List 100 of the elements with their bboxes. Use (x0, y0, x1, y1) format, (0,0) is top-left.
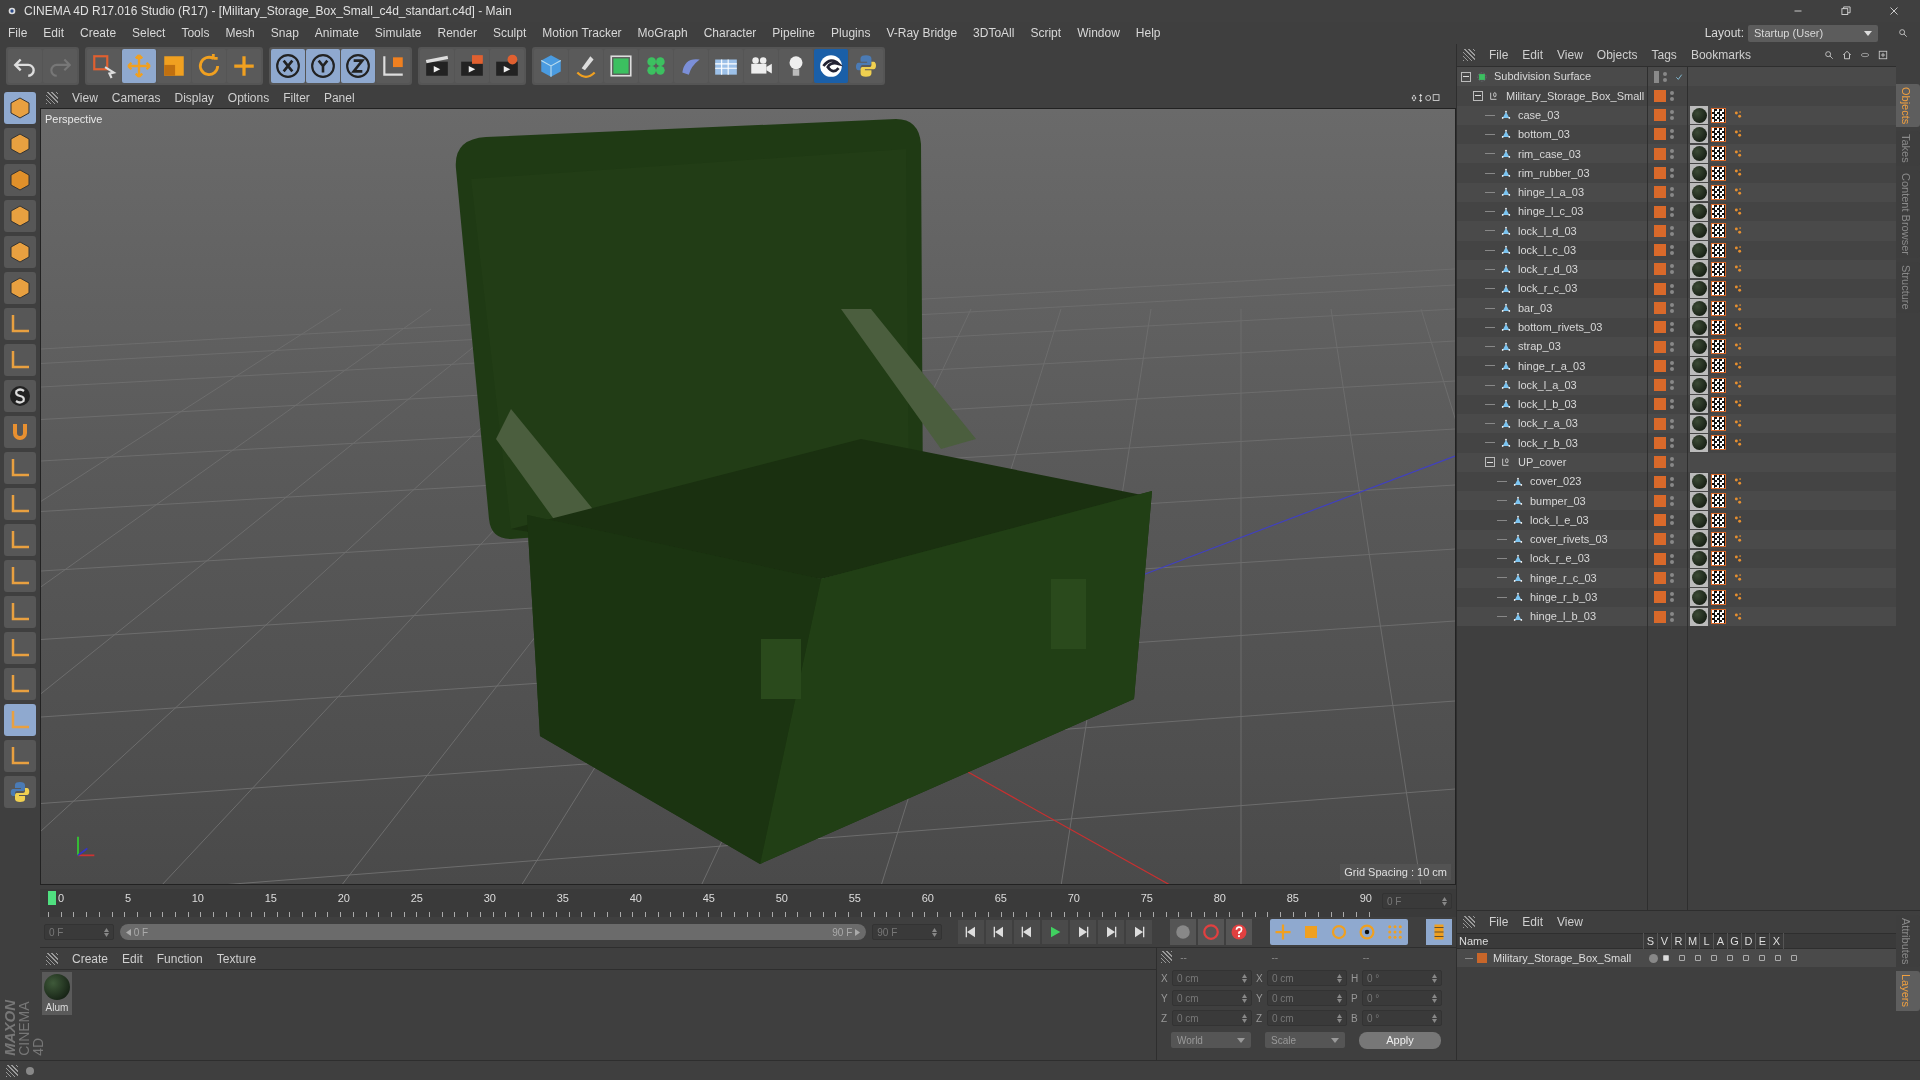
object-name[interactable]: bar_03 (1518, 299, 1553, 317)
object-name[interactable]: cover_023 (1530, 473, 1582, 490)
viewport-menu-item[interactable]: Panel (323, 89, 355, 107)
visibility-dots-icon[interactable] (1670, 438, 1674, 448)
light-bulb-icon[interactable] (779, 49, 813, 83)
layer-swatch[interactable] (1654, 571, 1666, 584)
layer-swatch[interactable] (1654, 494, 1666, 507)
checker-tag-icon[interactable] (1711, 512, 1726, 528)
material-tag-icon[interactable] (1690, 511, 1708, 530)
checker-tag-icon[interactable] (1711, 300, 1726, 316)
layer-swatch[interactable] (1654, 456, 1666, 469)
visibility-dots-icon[interactable] (1670, 534, 1674, 545)
previous-frame-icon[interactable] (1014, 920, 1040, 944)
menu-item[interactable]: Plugins (831, 24, 871, 42)
menu-item[interactable]: Create (80, 24, 117, 42)
camera-icon[interactable] (744, 49, 778, 83)
layer-swatch[interactable] (1654, 70, 1659, 83)
material-tag-icon[interactable] (1690, 144, 1708, 163)
object-name[interactable]: UP_cover (1518, 454, 1567, 471)
checker-tag-icon[interactable] (1711, 551, 1726, 567)
next-key-icon[interactable] (1098, 920, 1124, 944)
visibility-dots-icon[interactable] (1663, 71, 1667, 82)
layer-swatch[interactable] (1654, 552, 1666, 565)
layer-swatch[interactable] (1654, 321, 1666, 334)
visibility-dots-icon[interactable] (1670, 495, 1674, 506)
menu-item[interactable]: Character (703, 24, 757, 42)
layer-swatch[interactable] (1654, 475, 1666, 488)
menu-item[interactable]: Mesh (225, 24, 255, 42)
object-name[interactable]: rim_case_03 (1518, 145, 1581, 162)
viewport-menu-item[interactable]: Display (174, 89, 214, 107)
object-name[interactable]: lock_r_a_03 (1518, 415, 1578, 432)
coordinate-system-icon[interactable] (376, 49, 410, 83)
layer-swatch[interactable] (1654, 398, 1666, 411)
material-tag-icon[interactable] (1690, 318, 1708, 337)
playhead-marker[interactable] (48, 891, 56, 905)
rotate-icon[interactable] (192, 49, 226, 83)
spinner-arrows-icon[interactable] (1242, 973, 1247, 983)
checker-tag-icon[interactable] (1711, 223, 1726, 239)
checker-tag-icon[interactable] (1711, 165, 1726, 181)
material-tag-icon[interactable] (1690, 568, 1708, 587)
menu-item[interactable]: 3DToAll (973, 24, 1015, 42)
visibility-dots-icon[interactable] (1670, 592, 1674, 603)
object-name[interactable]: hinge_l_a_03 (1518, 184, 1585, 201)
object-name[interactable]: cover_rivets_03 (1530, 531, 1608, 548)
layer-swatch[interactable] (1654, 186, 1666, 199)
axis-icon[interactable] (4, 308, 36, 340)
visibility-dots-icon[interactable] (1670, 168, 1674, 179)
visibility-dots-icon[interactable] (1670, 225, 1674, 236)
spinner-arrows-icon[interactable] (1242, 1013, 1247, 1023)
layer-swatch[interactable] (1654, 89, 1666, 102)
help-icon[interactable] (1226, 919, 1252, 945)
visibility-dots-icon[interactable] (1670, 90, 1674, 101)
checker-tag-icon[interactable] (1711, 107, 1726, 123)
layer-swatch[interactable] (1654, 302, 1666, 314)
dropdown-arrow-icon[interactable] (1237, 1037, 1245, 1043)
render-picture-icon[interactable] (455, 49, 489, 83)
checker-tag-icon[interactable] (1711, 242, 1726, 258)
object-name[interactable]: Military_Storage_Box_Small (1506, 87, 1645, 105)
menu-item[interactable]: Script (1030, 24, 1062, 42)
material-tag-icon[interactable] (1690, 279, 1708, 298)
checker-tag-icon[interactable] (1711, 396, 1726, 412)
grip-icon[interactable] (46, 92, 58, 104)
viewport-menu-item[interactable]: Filter (283, 89, 310, 107)
menu-item[interactable]: Select (132, 24, 166, 42)
python-icon[interactable] (4, 776, 36, 808)
cloner-icon[interactable] (639, 49, 673, 83)
material-tag-icon[interactable] (1690, 337, 1708, 356)
checker-tag-icon[interactable] (1711, 339, 1726, 355)
spinner-arrows-icon[interactable] (1337, 1013, 1342, 1023)
spinner-arrows-icon[interactable] (1432, 973, 1437, 983)
menu-item[interactable]: Tools (181, 24, 210, 42)
film-strip-icon[interactable] (1426, 919, 1452, 945)
checker-tag-icon[interactable] (1711, 570, 1726, 586)
grip-icon[interactable] (1463, 916, 1475, 928)
x-axis-icon[interactable] (271, 49, 305, 83)
object-name[interactable]: lock_r_d_03 (1518, 261, 1578, 278)
dropdown-arrow-icon[interactable] (1331, 1037, 1339, 1043)
spinner-arrows-icon[interactable] (103, 927, 109, 937)
left-arrow-icon[interactable] (125, 928, 131, 936)
menu-item[interactable]: MoGraph (637, 24, 688, 42)
layer-menu-item[interactable]: File (1489, 913, 1509, 931)
checker-tag-icon[interactable] (1711, 319, 1726, 335)
material-tag-icon[interactable] (1690, 491, 1708, 510)
layer-swatch[interactable] (1654, 533, 1666, 546)
layer-swatch[interactable] (1654, 379, 1666, 392)
render-settings-icon[interactable] (490, 49, 524, 83)
object-menu-item[interactable]: File (1489, 46, 1509, 64)
spinner-arrows-icon[interactable] (1337, 993, 1342, 1003)
checker-tag-icon[interactable] (1711, 416, 1726, 432)
checker-tag-icon[interactable] (1711, 377, 1726, 393)
material-tag-icon[interactable] (1690, 395, 1708, 414)
material-tag-icon[interactable] (1690, 376, 1708, 395)
render-view-icon[interactable] (420, 49, 454, 83)
pen-icon[interactable] (569, 49, 603, 83)
material-tag-icon[interactable] (1690, 164, 1708, 183)
collapse-toggle-icon[interactable] (1473, 90, 1483, 101)
material-tag-icon[interactable] (1690, 260, 1708, 279)
viewport[interactable]: Perspective Grid Spacing : 10 cm (40, 108, 1456, 885)
angle-icon[interactable] (4, 452, 36, 484)
menu-item[interactable]: Window (1077, 24, 1120, 42)
